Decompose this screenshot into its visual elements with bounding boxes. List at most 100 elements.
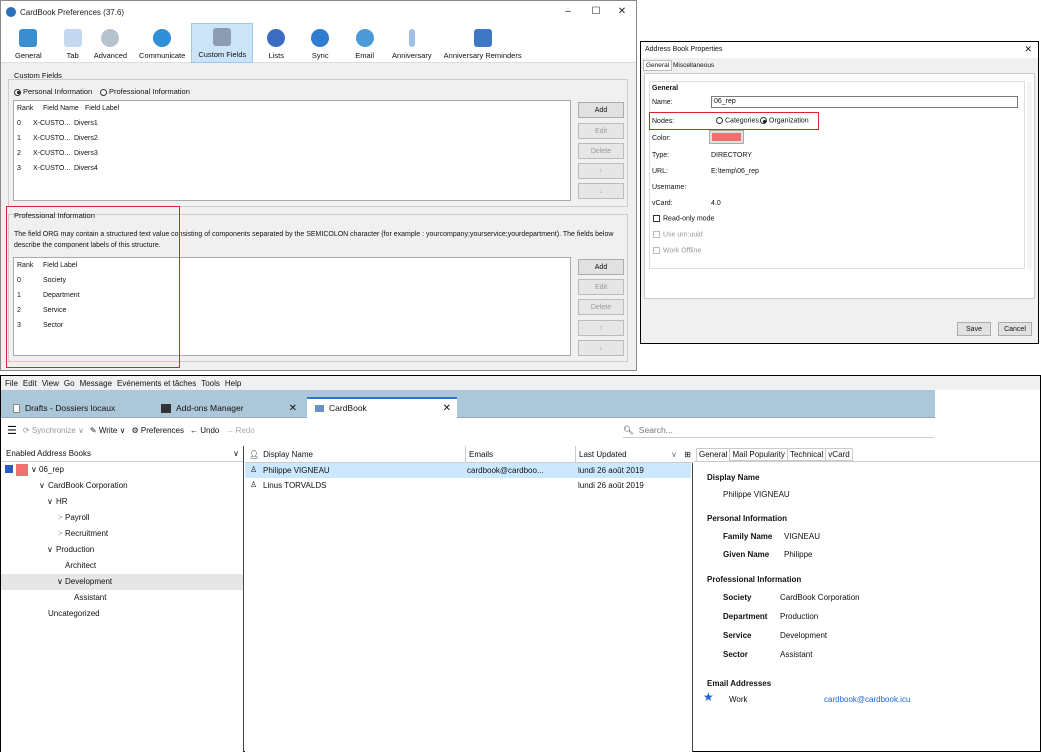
radio-professional[interactable]: Professional Information [100,87,190,96]
column-last-updated[interactable]: Last Updated ∨ ⊞ [575,446,693,463]
search-icon: 🔍︎ [623,425,634,435]
tab-advanced[interactable]: Advanced [88,23,133,63]
menu-tools[interactable]: Tools [201,379,220,388]
chevron-down-icon[interactable]: ∨ [233,446,239,462]
drafts-icon [13,404,20,414]
readonly-checkbox[interactable]: Read-only mode [653,215,714,222]
tab-custom-fields[interactable]: Custom Fields [191,23,254,63]
tab-drafts[interactable]: Drafts - Dossiers locaux [5,399,148,418]
save-button[interactable]: Save [957,322,991,336]
tab-anniversary-reminders[interactable]: Anniversary Reminders [438,23,528,63]
detail-tab-mail-popularity[interactable]: Mail Popularity [730,448,788,461]
detail-tab-vcard[interactable]: vCard [826,448,853,461]
address-books-tree[interactable]: ∨ 06_rep ∨ CardBook Corporation ∨ HR > Payro… [1,462,243,622]
prof-up-button[interactable]: ↑ [578,320,624,336]
tree-row-assistant[interactable]: Assistant [1,590,243,606]
custom-up-button[interactable]: ↑ [578,163,624,179]
tree-row-uncategorized[interactable]: Uncategorized [1,606,243,622]
list-item[interactable]: 0 X-CUSTO... Divers1 [14,116,570,131]
preferences-title: CardBook Preferences (37.6) [20,7,125,17]
tab-communicate[interactable]: Communicate [133,23,191,63]
menu-file[interactable]: File [5,379,18,388]
hamburger-menu-icon[interactable]: ☰ [7,424,17,437]
prof-edit-button[interactable]: Edit [578,279,624,295]
menu-bar: File Edit View Go Message Evénements et … [1,376,1040,390]
tree-row-architect[interactable]: Architect [1,558,243,574]
tab-general[interactable]: General [9,23,48,63]
undo-button[interactable]: ← Undo [190,426,219,435]
menu-message[interactable]: Message [80,379,112,388]
tree-row-recruitment[interactable]: > Recruitment [1,526,243,542]
column-emails[interactable]: Emails [465,446,565,463]
column-display-name[interactable]: 👤︎ Display Name [249,446,313,463]
people-icon [267,29,286,47]
menu-go[interactable]: Go [64,379,75,388]
write-button[interactable]: ✎ Write ∨ [90,426,126,435]
tree-row-development[interactable]: ∨ Development [1,574,243,590]
type-value: DIRECTORY [711,152,752,159]
preferences-window: CardBook Preferences (37.6) – ☐ ✕ Genera… [0,0,637,371]
general-groupbox [649,81,1025,269]
tab-lists[interactable]: Lists [261,23,291,63]
tab-general[interactable]: General [643,60,673,71]
preferences-button[interactable]: ⚙ Preferences [131,426,184,435]
tab-cardbook[interactable]: CardBook ✕ [307,397,457,418]
tree-row-production[interactable]: ∨ Production [1,542,243,558]
urnuuid-checkbox[interactable]: Use urn:uuid [653,231,703,238]
name-input[interactable]: 06_rep [711,96,1018,108]
tab-miscellaneous[interactable]: Miscellaneous [671,61,716,70]
list-item[interactable]: 3 X-CUSTO... Divers4 [14,161,570,176]
dialog-scrollbar[interactable] [1027,82,1032,270]
list-item[interactable]: 1 X-CUSTO... Divers2 [14,131,570,146]
menu-view[interactable]: View [42,379,59,388]
prof-delete-button[interactable]: Delete [578,299,624,315]
prof-down-button[interactable]: ↓ [578,340,624,356]
sync-icon [311,29,330,47]
tree-row-corporation[interactable]: ∨ CardBook Corporation [1,478,243,494]
radio-personal[interactable]: Personal Information [14,87,92,96]
contact-details-pane: General Mail Popularity Technical vCard … [694,446,1040,752]
personal-info-section: Personal Information [707,514,788,523]
contact-name: Philippe VIGNEAU [263,466,330,475]
type-label: Type: [652,152,670,159]
email-link[interactable]: cardbook@cardbook.icu [824,695,910,704]
tree-row-hr[interactable]: ∨ HR [1,494,243,510]
menu-events[interactable]: Evénements et tâches [117,379,196,388]
tree-row-06-rep[interactable]: ∨ 06_rep [1,462,243,478]
tab-tab[interactable]: Tab [58,23,88,63]
close-button[interactable]: ✕ [610,1,634,23]
custom-add-button[interactable]: Add [578,102,624,118]
custom-fields-list[interactable]: Rank Field Name Field Label 0 X-CUSTO... D… [13,100,571,201]
maximize-button[interactable]: ☐ [584,1,608,23]
service-value: Development [780,631,828,640]
menu-edit[interactable]: Edit [23,379,37,388]
search-input[interactable]: 🔍︎ Search... [623,422,934,438]
color-picker[interactable] [709,130,744,144]
prof-add-button[interactable]: Add [578,259,624,275]
custom-delete-button[interactable]: Delete [578,143,624,159]
custom-down-button[interactable]: ↓ [578,183,624,199]
username-label: Username: [652,184,687,191]
column-picker-icon[interactable]: ⊞ [684,446,691,463]
minimize-button[interactable]: – [556,1,580,23]
close-icon[interactable]: ✕ [289,399,297,418]
custom-edit-button[interactable]: Edit [578,123,624,139]
detail-tab-technical[interactable]: Technical [787,448,827,461]
menu-help[interactable]: Help [225,379,241,388]
tree-row-payroll[interactable]: > Payroll [1,510,243,526]
dialog-close-button[interactable]: ✕ [1024,44,1032,55]
close-icon[interactable]: ✕ [443,399,451,418]
tab-email[interactable]: Email [349,23,380,63]
redo-button[interactable]: → Redo [225,426,254,435]
detail-tab-general[interactable]: General [696,448,731,461]
professional-info-section: Professional Information [707,575,802,584]
synchronize-button[interactable]: ⟳ Synchronize ∨ [23,426,84,435]
list-item[interactable]: 2 X-CUSTO... Divers3 [14,146,570,161]
offline-checkbox[interactable]: Work Offline [653,247,701,254]
tab-anniversary[interactable]: Anniversary [386,23,438,63]
star-icon[interactable]: ★ [703,690,714,704]
cardbook-logo-icon [6,7,16,17]
tab-addons[interactable]: Add-ons Manager ✕ [153,399,303,418]
cancel-button[interactable]: Cancel [998,322,1032,336]
tab-sync[interactable]: Sync [305,23,335,63]
